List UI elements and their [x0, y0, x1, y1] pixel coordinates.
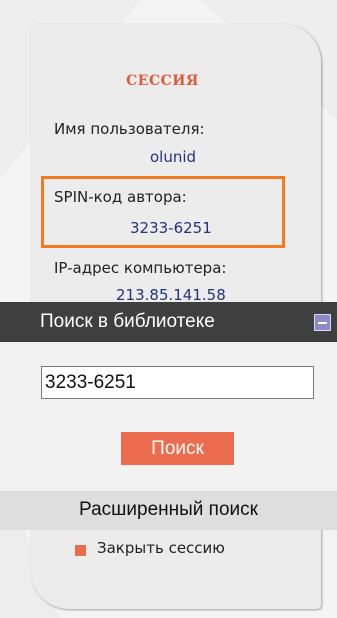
advanced-search-link[interactable]: Расширенный поиск — [0, 499, 337, 521]
ip-label: IP-адрес компьютера: — [54, 259, 227, 277]
search-panel-title: Поиск в библиотеке — [40, 311, 215, 332]
collapse-icon[interactable] — [314, 314, 331, 331]
username-value: olunid — [150, 148, 197, 166]
advanced-search-bar: Расширенный поиск — [0, 491, 337, 530]
close-session-link[interactable]: Закрыть сессию — [97, 539, 225, 557]
minus-icon — [318, 322, 327, 324]
bullet-icon — [75, 545, 86, 556]
spin-label: SPIN-код автора: — [54, 188, 187, 206]
search-input[interactable] — [41, 366, 314, 399]
username-label: Имя пользователя: — [54, 120, 205, 138]
library-search-panel: Поиск в библиотеке Расширенный поиск — [0, 302, 337, 530]
search-button[interactable]: Поиск — [121, 432, 234, 465]
spin-value: 3233-6251 — [130, 219, 212, 237]
session-title: СЕССИЯ — [126, 73, 199, 89]
spin-highlight-box — [41, 176, 285, 248]
search-panel-header: Поиск в библиотеке — [0, 302, 337, 342]
